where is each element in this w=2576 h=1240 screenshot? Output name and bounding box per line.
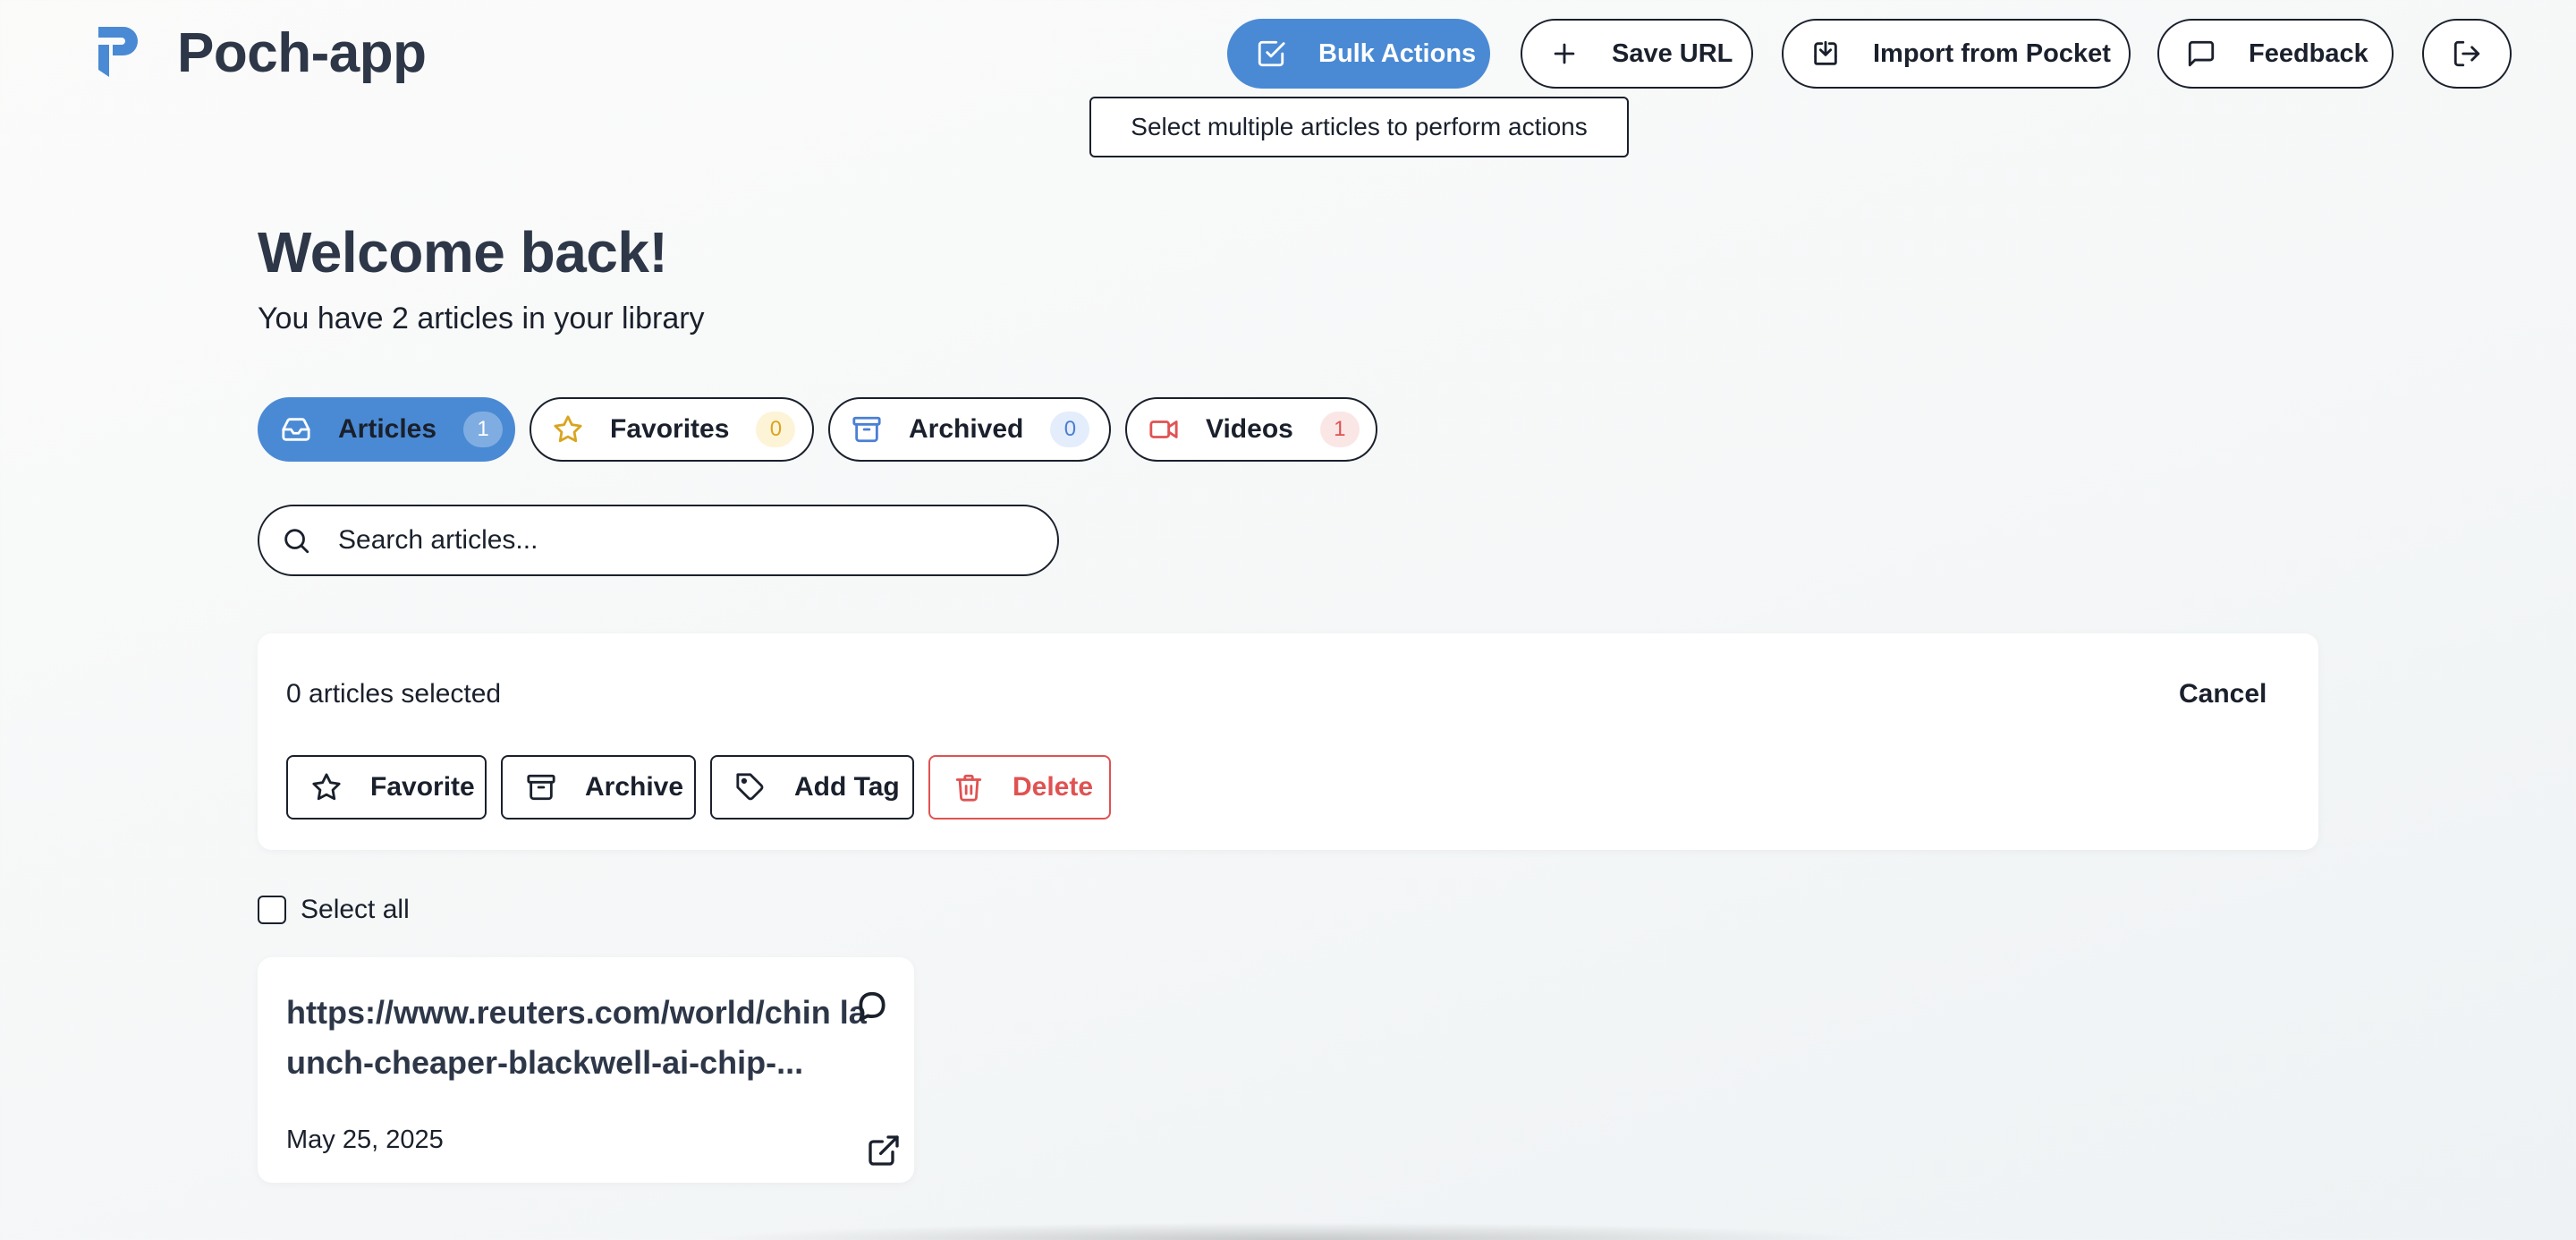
tag-icon bbox=[735, 772, 766, 803]
archive-icon bbox=[526, 772, 556, 803]
search-input[interactable] bbox=[338, 525, 1057, 556]
archive-icon bbox=[852, 414, 882, 445]
search-icon bbox=[281, 525, 311, 556]
bulk-delete-label: Delete bbox=[1013, 772, 1094, 802]
bulk-favorite-label: Favorite bbox=[370, 772, 475, 802]
bulk-add-tag-button[interactable]: Add Tag bbox=[710, 755, 914, 820]
import-from-pocket-label: Import from Pocket bbox=[1873, 38, 2111, 68]
import-from-pocket-button[interactable]: Import from Pocket bbox=[1782, 19, 2131, 89]
bulk-archive-button[interactable]: Archive bbox=[501, 755, 696, 820]
tab-videos-label: Videos bbox=[1206, 414, 1293, 444]
article-card[interactable]: https://www.reuters.com/world/chin launc… bbox=[258, 957, 914, 1183]
select-all-checkbox[interactable] bbox=[258, 896, 286, 924]
bulk-favorite-button[interactable]: Favorite bbox=[286, 755, 487, 820]
tab-favorites[interactable]: Favorites 0 bbox=[530, 397, 814, 462]
logout-icon bbox=[2452, 38, 2482, 69]
message-square-icon bbox=[2186, 38, 2216, 69]
tab-articles-count: 1 bbox=[463, 412, 504, 447]
plus-icon bbox=[1549, 38, 1580, 69]
selected-count: 0 articles selected bbox=[286, 679, 502, 709]
feedback-button[interactable]: Feedback bbox=[2157, 19, 2394, 89]
article-date: May 25, 2025 bbox=[286, 1125, 444, 1154]
trash-icon bbox=[953, 772, 984, 803]
select-all[interactable]: Select all bbox=[258, 895, 410, 925]
bulk-actions-button[interactable]: Bulk Actions bbox=[1227, 19, 1490, 89]
tab-favorites-label: Favorites bbox=[610, 414, 730, 444]
save-url-button[interactable]: Save URL bbox=[1521, 19, 1753, 89]
feedback-label: Feedback bbox=[2249, 38, 2368, 68]
inbox-icon bbox=[281, 414, 311, 445]
tab-archived-count: 0 bbox=[1050, 412, 1090, 447]
tab-articles-label: Articles bbox=[338, 414, 437, 444]
bulk-delete-button[interactable]: Delete bbox=[928, 755, 1111, 820]
logout-button[interactable] bbox=[2422, 19, 2512, 89]
logo-icon bbox=[97, 25, 140, 79]
bulk-actions-panel: 0 articles selected Cancel Favorite Arch… bbox=[258, 633, 2318, 850]
app-title: Poch-app bbox=[177, 22, 427, 84]
article-title[interactable]: https://www.reuters.com/world/chin launc… bbox=[286, 988, 868, 1088]
bulk-add-tag-label: Add Tag bbox=[794, 772, 900, 802]
tab-favorites-count: 0 bbox=[756, 412, 796, 447]
library-summary: You have 2 articles in your library bbox=[258, 302, 705, 335]
tab-archived-label: Archived bbox=[909, 414, 1024, 444]
select-all-label: Select all bbox=[301, 895, 410, 924]
bottom-shadow bbox=[698, 1222, 1878, 1240]
checkbox-square-icon bbox=[1256, 38, 1286, 69]
tab-archived[interactable]: Archived 0 bbox=[828, 397, 1111, 462]
import-icon bbox=[1810, 38, 1841, 69]
video-icon bbox=[1148, 414, 1179, 445]
save-url-label: Save URL bbox=[1612, 38, 1733, 68]
bulk-actions-tooltip: Select multiple articles to perform acti… bbox=[1089, 97, 1629, 157]
external-link-icon[interactable] bbox=[866, 1133, 902, 1168]
tab-videos-count: 1 bbox=[1319, 412, 1360, 447]
tab-videos[interactable]: Videos 1 bbox=[1125, 397, 1377, 462]
bulk-archive-label: Archive bbox=[585, 772, 684, 802]
star-icon bbox=[311, 772, 342, 803]
search-box[interactable] bbox=[258, 505, 1059, 576]
message-circle-icon[interactable] bbox=[855, 989, 889, 1023]
tab-articles[interactable]: Articles 1 bbox=[258, 397, 515, 462]
bulk-actions-label: Bulk Actions bbox=[1318, 38, 1477, 68]
cancel-button[interactable]: Cancel bbox=[2179, 678, 2267, 710]
star-icon bbox=[553, 414, 583, 445]
page-title: Welcome back! bbox=[258, 220, 668, 285]
